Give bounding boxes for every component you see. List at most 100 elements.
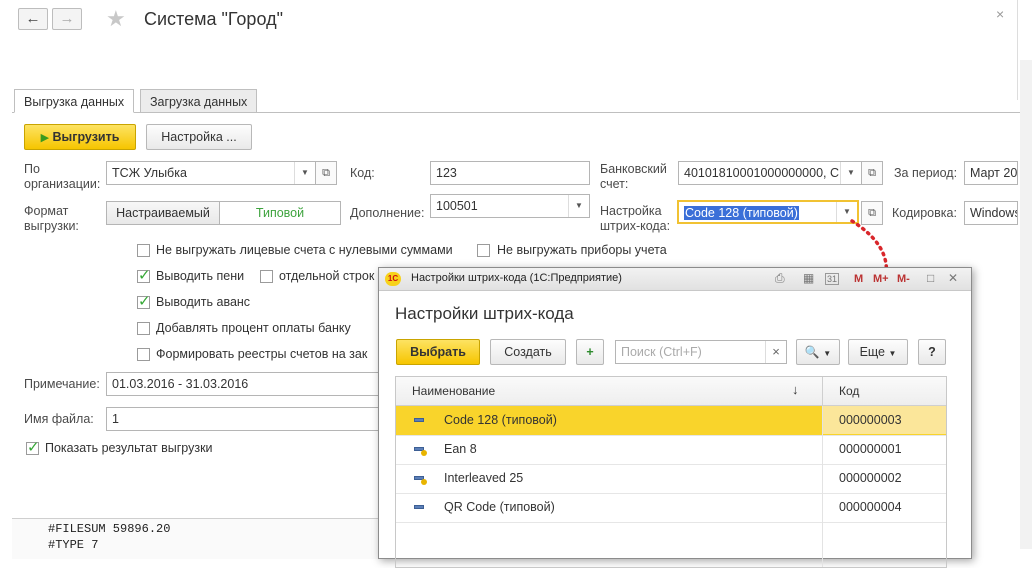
table-row[interactable]: Ean 8 000000001 (396, 435, 946, 465)
dialog-titlebar: 1С Настройки штрих-кода (1С:Предприятие)… (379, 268, 971, 291)
forward-arrow-icon: → (59, 10, 75, 27)
chevron-down-icon: ▼ (888, 349, 897, 358)
back-arrow-icon: ← (25, 10, 41, 27)
extra-value: 100501 (436, 199, 478, 213)
clear-search-icon[interactable]: × (765, 341, 786, 363)
org-value: ТСЖ Улыбка (112, 166, 187, 180)
calendar-icon[interactable]: 31 (825, 273, 840, 285)
row-name: Interleaved 25 (444, 471, 524, 485)
chevron-down-icon[interactable]: ▼ (294, 162, 315, 184)
advance-checkbox[interactable]: ✓ (137, 293, 151, 310)
bank-field[interactable]: 40101810001000000000, С ▼ (678, 161, 862, 185)
file-label: Имя файла: (24, 412, 94, 426)
export-button[interactable]: ▶ Выгрузить (24, 124, 136, 150)
tab-import[interactable]: Загрузка данных (140, 89, 258, 113)
maximize-icon[interactable]: □ (927, 271, 934, 285)
code-field[interactable]: 123 (430, 161, 590, 185)
search-placeholder: Поиск (Ctrl+F) (621, 345, 702, 359)
org-field[interactable]: ТСЖ Улыбка ▼ (106, 161, 316, 185)
sort-arrow-icon[interactable]: ↓ (792, 382, 799, 397)
forward-button[interactable]: → (52, 8, 82, 30)
no-meters-checkbox[interactable] (477, 244, 490, 257)
table-row[interactable]: Interleaved 25 000000002 (396, 464, 946, 494)
close-icon[interactable]: ✕ (948, 271, 958, 285)
extra-label: Дополнение: (350, 206, 425, 220)
barcode-label: Настройка штрих-кода: (600, 204, 671, 233)
registers-checkbox[interactable] (137, 348, 150, 361)
open-bank-icon[interactable]: ⧉ (861, 161, 883, 185)
row-code: 000000002 (839, 471, 902, 485)
show-result-checkbox[interactable]: ✓ (26, 439, 40, 456)
zero-accounts-label: Не выгружать лицевые счета с нулевыми су… (156, 243, 453, 257)
advance-label: Выводить аванс (156, 295, 251, 309)
m-plus-icon[interactable]: M+ (873, 273, 889, 285)
zero-accounts-checkbox[interactable] (137, 244, 150, 257)
period-field[interactable]: Март 201 (964, 161, 1018, 185)
bank-value: 40101810001000000000, С (684, 166, 840, 180)
penalty-checkbox[interactable]: ✓ (137, 267, 151, 284)
chevron-down-icon[interactable]: ▼ (840, 162, 861, 184)
print-icon[interactable]: ⎙ (775, 271, 785, 286)
extra-field[interactable]: 100501 ▼ (430, 194, 590, 218)
col-code-header[interactable]: Код (839, 384, 859, 398)
period-label: За период: (894, 166, 958, 180)
table-row[interactable]: Code 128 (типовой) 000000003 (396, 406, 946, 436)
row-name: Ean 8 (444, 442, 477, 456)
more-button[interactable]: Еще ▼ (848, 339, 908, 365)
format-custom-option[interactable]: Настраиваемый (106, 201, 220, 225)
search-input[interactable]: Поиск (Ctrl+F) × (615, 340, 787, 364)
table-header: Наименование ↓ Код (396, 377, 946, 406)
no-meters-label: Не выгружать приборы учета (497, 243, 667, 257)
file-field[interactable]: 1 (106, 407, 406, 431)
barcode-field[interactable]: Code 128 (типовой) ▼ (677, 200, 859, 224)
bank-percent-checkbox[interactable] (137, 322, 150, 335)
m-minus-icon[interactable]: M- (897, 273, 910, 285)
dialog-heading: Настройки штрих-кода (395, 304, 574, 323)
table-row[interactable]: QR Code (типовой) 000000004 (396, 493, 946, 523)
separate-line-label: отдельной строк (279, 269, 375, 283)
output-line: #TYPE 7 (48, 538, 99, 552)
code-label: Код: (350, 166, 375, 180)
encoding-label: Кодировка: (892, 206, 957, 220)
bank-label: Банковский счет: (600, 162, 667, 191)
close-window-icon[interactable]: × (996, 6, 1004, 22)
divider (1017, 0, 1018, 100)
bank-percent-label: Добавлять процент оплаты банку (156, 321, 351, 335)
item-icon (414, 418, 424, 422)
favorite-star-icon[interactable]: ★ (106, 6, 126, 32)
settings-button[interactable]: Настройка ... (146, 124, 252, 150)
back-button[interactable]: ← (18, 8, 48, 30)
item-icon (414, 505, 424, 509)
search-button[interactable]: 🔍 ▼ (796, 339, 840, 365)
encoding-field[interactable]: Windows (964, 201, 1018, 225)
column-divider (822, 377, 823, 405)
play-icon: ▶ (40, 132, 50, 144)
tab-divider (12, 112, 1022, 113)
note-label: Примечание: (24, 377, 100, 391)
select-button[interactable]: Выбрать (396, 339, 480, 365)
copy-icon[interactable]: + (576, 339, 604, 365)
search-icon: 🔍 (804, 345, 820, 359)
registers-label: Формировать реестры счетов на зак (156, 347, 368, 361)
calculator-icon[interactable]: ▦ (803, 271, 814, 285)
m-icon[interactable]: M (854, 273, 863, 285)
show-result-label: Показать результат выгрузки (45, 441, 213, 455)
dialog-app-title: Настройки штрих-кода (1С:Предприятие) (411, 272, 622, 284)
help-button[interactable]: ? (918, 339, 946, 365)
create-button[interactable]: Создать (490, 339, 566, 365)
row-code: 000000004 (839, 500, 902, 514)
column-divider (822, 406, 823, 567)
checkmark-icon: ✓ (27, 439, 40, 456)
org-label: По организации: (24, 162, 101, 191)
format-typical-option[interactable]: Типовой (219, 201, 341, 225)
tab-export[interactable]: Выгрузка данных (14, 89, 135, 113)
chevron-down-icon[interactable]: ▼ (568, 195, 589, 217)
scrollbar[interactable] (1020, 60, 1032, 549)
row-name: QR Code (типовой) (444, 500, 555, 514)
export-button-label: Выгрузить (52, 130, 120, 144)
col-name-header[interactable]: Наименование (412, 384, 495, 398)
note-field[interactable]: 01.03.2016 - 31.03.2016 (106, 372, 406, 396)
barcode-value: Code 128 (типовой) (684, 206, 799, 220)
open-org-icon[interactable]: ⧉ (315, 161, 337, 185)
separate-line-checkbox[interactable] (260, 270, 273, 283)
